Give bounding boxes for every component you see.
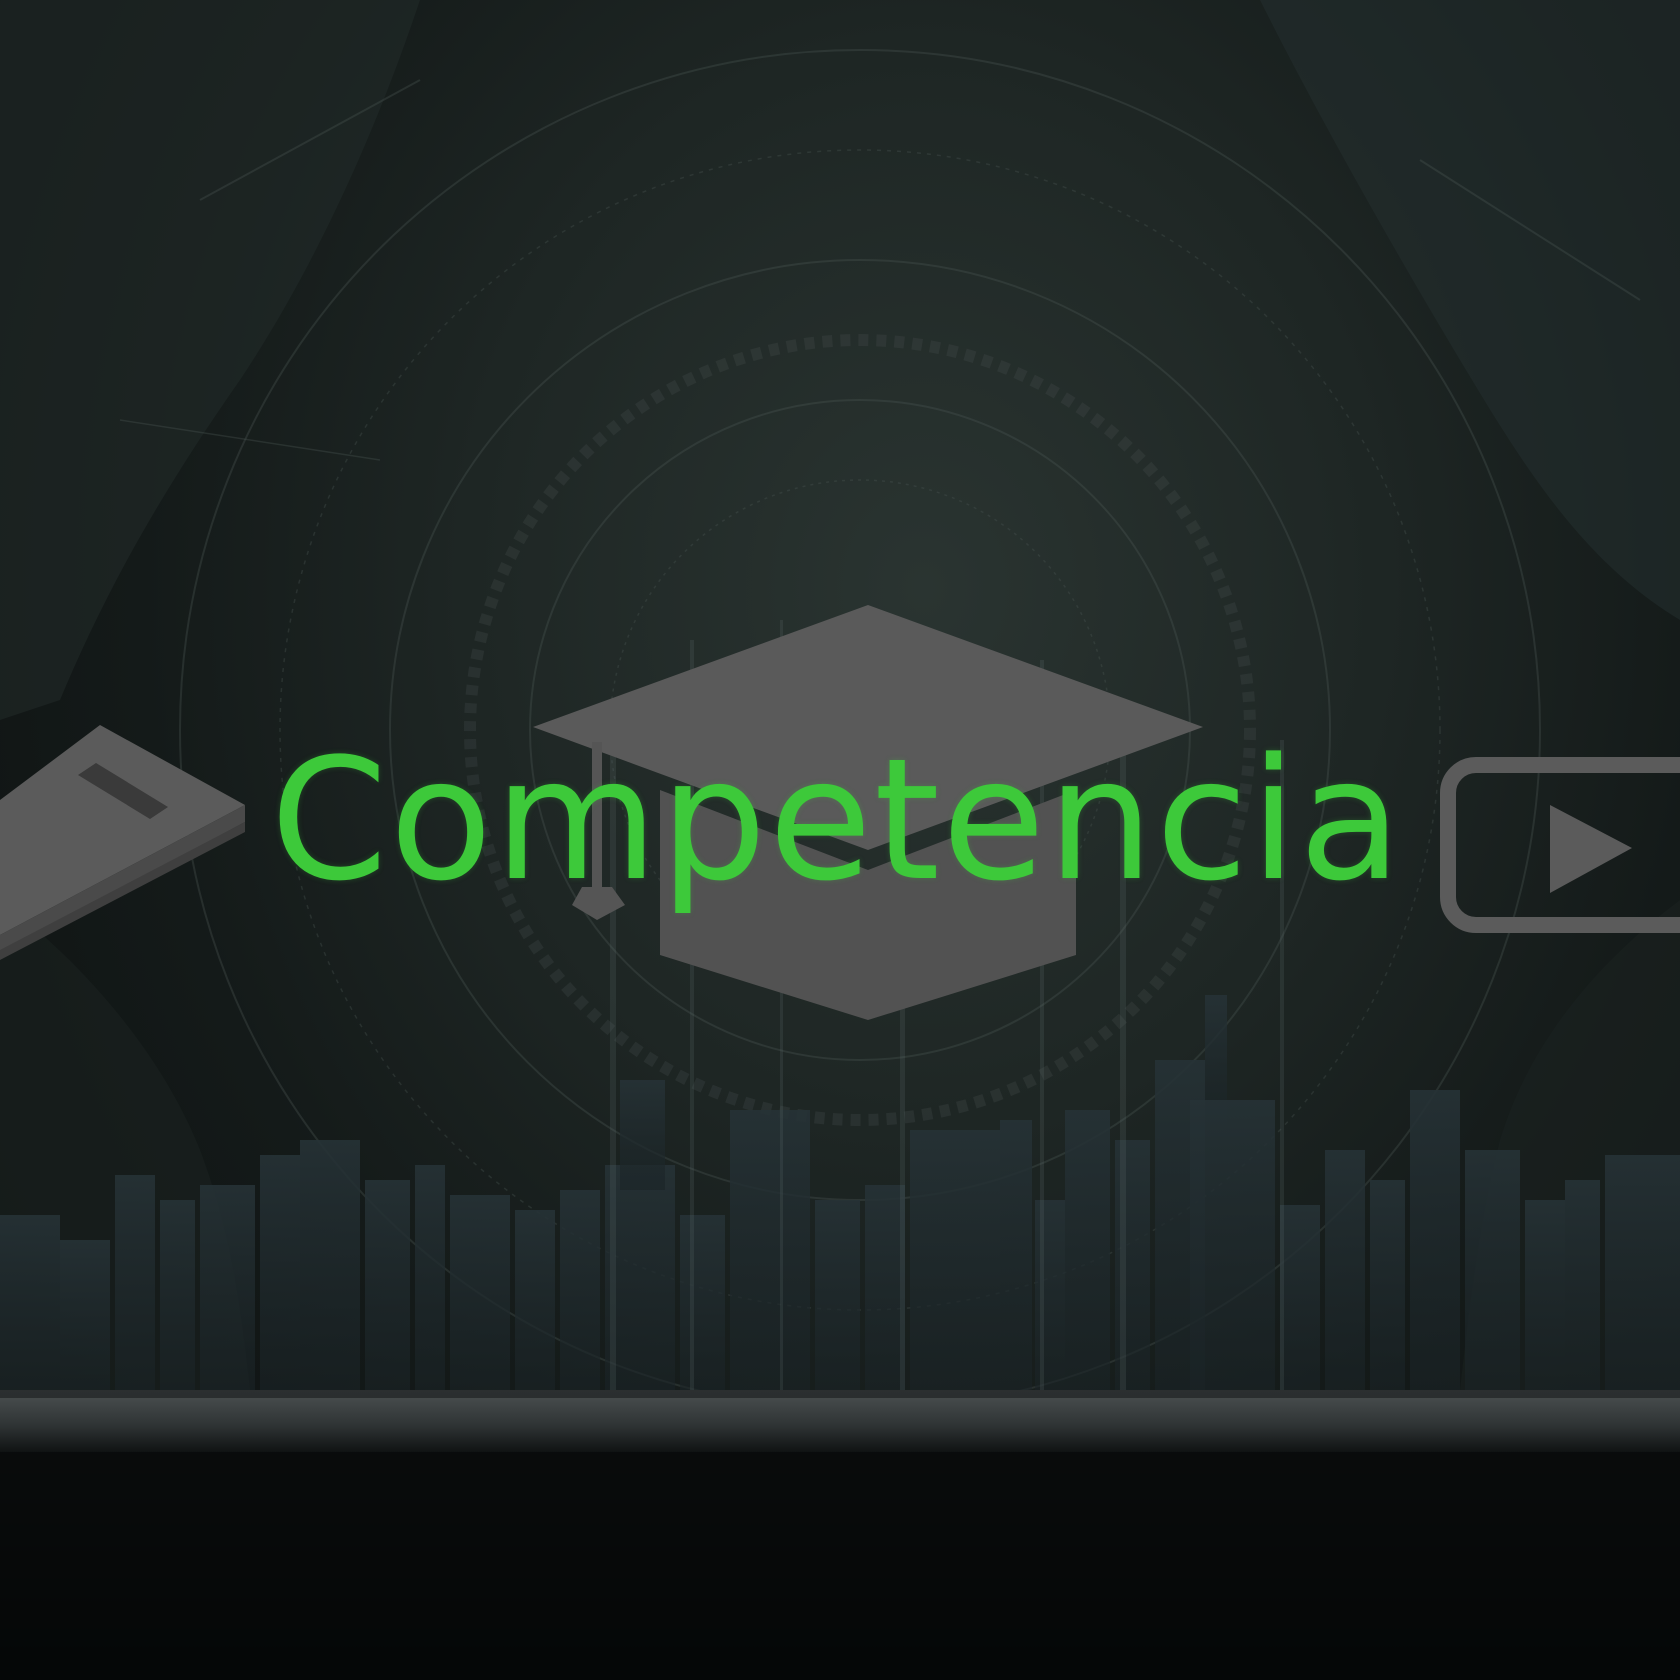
city-skyline — [0, 995, 1680, 1390]
page-title: Competencia — [270, 722, 1404, 918]
hero-image: Competencia — [0, 0, 1680, 1680]
tablet-edge — [0, 1398, 1680, 1452]
